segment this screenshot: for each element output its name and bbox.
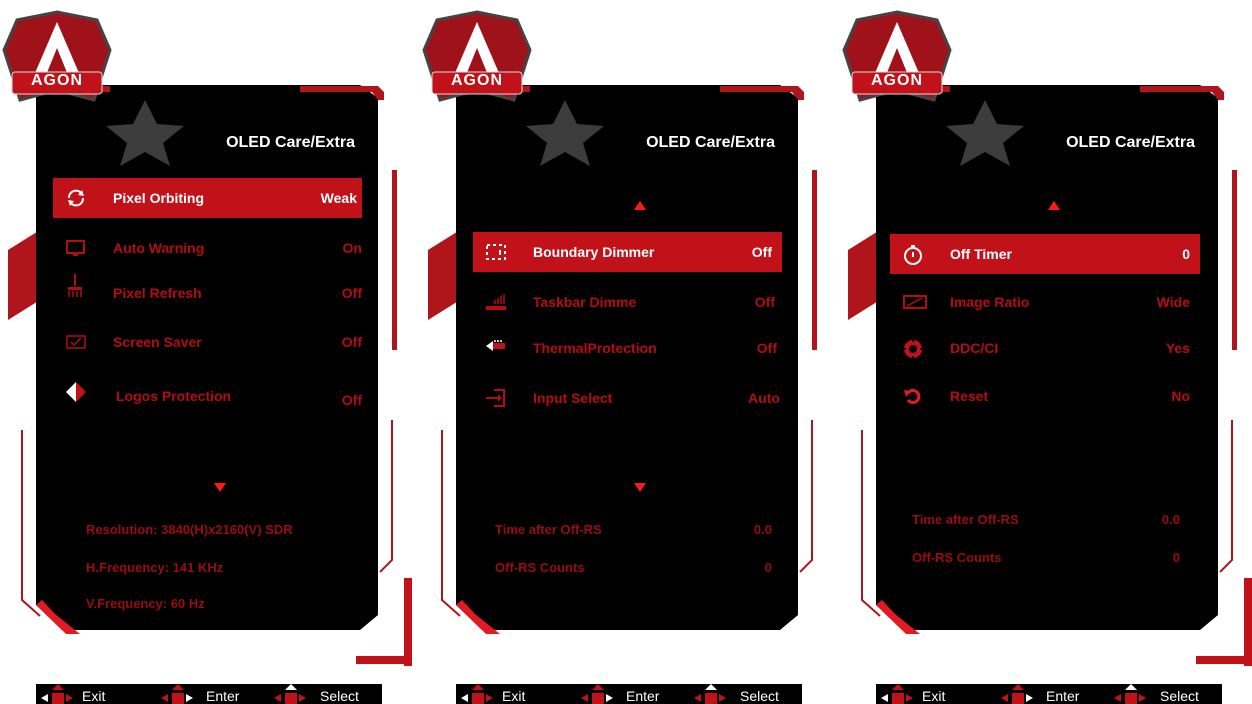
- h-frequency-info: H.Frequency: 141 KHz: [86, 560, 224, 575]
- star-icon: [526, 100, 604, 166]
- menu-item-label: Taskbar Dimme: [533, 294, 637, 310]
- select-key[interactable]: Select: [690, 684, 802, 704]
- monitor-warning-icon: [66, 240, 85, 256]
- menu-item-value: On: [342, 240, 362, 256]
- stat-label: Off-RS Counts: [495, 560, 585, 575]
- stat-value: 0: [764, 560, 772, 575]
- menu-item-value: Weak: [320, 190, 357, 206]
- menu-item-label: Off Timer: [950, 246, 1012, 262]
- brand-label: AGON: [31, 72, 83, 89]
- menu-item-value: Off: [341, 334, 362, 350]
- exit-key[interactable]: Exit: [456, 684, 556, 704]
- menu-item-label: Input Select: [533, 390, 613, 406]
- agon-logo: [422, 10, 532, 102]
- enter-key[interactable]: Enter: [996, 684, 1096, 704]
- menu-item-label: Logos Protection: [116, 388, 232, 404]
- brand-label: AGON: [451, 72, 503, 89]
- input-select-icon: [486, 389, 505, 407]
- menu-item-label: Pixel Refresh: [113, 285, 202, 301]
- exit-key[interactable]: Exit: [36, 684, 136, 704]
- menu-item-value: Auto: [748, 390, 780, 406]
- menu-item-off-timer[interactable]: Off Timer 0: [890, 234, 1200, 274]
- ddc-ci-icon: [903, 339, 923, 359]
- star-icon: [946, 100, 1024, 166]
- orbit-icon: [68, 189, 84, 207]
- boundary-dimmer-icon: [486, 244, 506, 260]
- star-icon: [106, 100, 184, 166]
- menu-item-label: Pixel Orbiting: [113, 190, 205, 206]
- pixel-refresh-icon: [68, 274, 82, 297]
- stat-value: 0: [1172, 550, 1180, 565]
- menu-item-logos-protection[interactable]: Logos Protection Off: [53, 376, 362, 416]
- menu-title: OLED Care/Extra: [226, 134, 355, 151]
- menu-item-value: 0: [1182, 246, 1190, 262]
- menu-item-value: Off: [341, 285, 362, 301]
- reset-icon: [904, 389, 921, 404]
- scroll-down-arrow[interactable]: [634, 483, 646, 492]
- stat-label: Off-RS Counts: [912, 550, 1002, 565]
- thermal-protection-icon: [486, 340, 505, 351]
- menu-item-image-ratio[interactable]: Image Ratio Wide: [890, 282, 1200, 322]
- scroll-down-arrow[interactable]: [214, 483, 226, 492]
- osd-footer: Exit Enter Select: [36, 684, 382, 704]
- menu-item-value: Yes: [1165, 340, 1190, 356]
- menu-item-auto-warning[interactable]: Auto Warning On: [53, 228, 362, 268]
- osd-panel-3: AGON OLED Care/Extra Off Timer 0 Image R…: [840, 0, 1252, 704]
- menu-item-screen-saver[interactable]: Screen Saver Off: [53, 322, 362, 362]
- logo-protection-icon: [66, 382, 86, 402]
- stat-value: 0.0: [1161, 512, 1180, 527]
- menu-item-boundary-dimmer[interactable]: Boundary Dimmer Off: [473, 232, 782, 272]
- menu-item-label: Screen Saver: [113, 334, 202, 350]
- enter-key[interactable]: Enter: [576, 684, 676, 704]
- menu-item-value: Off: [756, 340, 777, 356]
- osd-footer: Exit Enter Select: [876, 684, 1222, 704]
- menu-item-value: Wide: [1156, 294, 1190, 310]
- osd-panel-2: AGON OLED Care/Extra Boundary Dimmer Off…: [420, 0, 820, 704]
- osd-footer: Exit Enter Select: [456, 684, 802, 704]
- menu-item-label: Boundary Dimmer: [533, 244, 655, 260]
- menu-item-value: No: [1171, 388, 1190, 404]
- menu-item-label: Reset: [950, 388, 989, 404]
- brand-label: AGON: [871, 72, 923, 89]
- image-ratio-icon: [903, 295, 927, 309]
- select-key[interactable]: Select: [1110, 684, 1222, 704]
- resolution-info: Resolution: 3840(H)x2160(V) SDR: [86, 522, 293, 537]
- v-frequency-info: V.Frequency: 60 Hz: [86, 596, 205, 611]
- menu-item-input-select[interactable]: Input Select Auto: [473, 378, 782, 418]
- menu-item-reset[interactable]: Reset No: [890, 376, 1200, 416]
- scroll-up-arrow[interactable]: [1048, 201, 1060, 210]
- menu-item-pixel-orbiting[interactable]: Pixel Orbiting Weak: [53, 178, 362, 218]
- agon-logo: [2, 10, 112, 102]
- stat-label: Time after Off-RS: [495, 522, 602, 537]
- exit-key[interactable]: Exit: [876, 684, 976, 704]
- menu-item-value: Off: [754, 294, 775, 310]
- menu-title: OLED Care/Extra: [646, 134, 775, 151]
- menu-title: OLED Care/Extra: [1066, 134, 1195, 151]
- menu-item-label: Auto Warning: [113, 240, 205, 256]
- menu-item-label: Image Ratio: [950, 294, 1030, 310]
- menu-item-pixel-refresh[interactable]: Pixel Refresh Off: [53, 273, 362, 313]
- enter-key[interactable]: Enter: [156, 684, 256, 704]
- agon-logo: [842, 10, 952, 102]
- select-key[interactable]: Select: [270, 684, 382, 704]
- menu-item-label: ThermalProtection: [533, 340, 657, 356]
- stat-label: Time after Off-RS: [912, 512, 1019, 527]
- taskbar-dimmer-icon: [486, 294, 506, 310]
- stat-value: 0.0: [753, 522, 772, 537]
- menu-item-label: DDC/CI: [950, 340, 999, 356]
- menu-item-value: Off: [341, 392, 362, 408]
- osd-panel-1: AGON OLED Care/Extra Pixel Orbiting Weak…: [0, 0, 412, 704]
- menu-item-ddc-ci[interactable]: DDC/CI Yes: [890, 328, 1200, 368]
- menu-item-taskbar-dimmer[interactable]: Taskbar Dimme Off: [473, 282, 782, 322]
- screen-saver-icon: [66, 335, 86, 349]
- scroll-up-arrow[interactable]: [634, 201, 646, 210]
- menu-item-value: Off: [751, 244, 772, 260]
- menu-item-thermal-protection[interactable]: ThermalProtection Off: [473, 328, 782, 368]
- off-timer-icon: [904, 245, 922, 265]
